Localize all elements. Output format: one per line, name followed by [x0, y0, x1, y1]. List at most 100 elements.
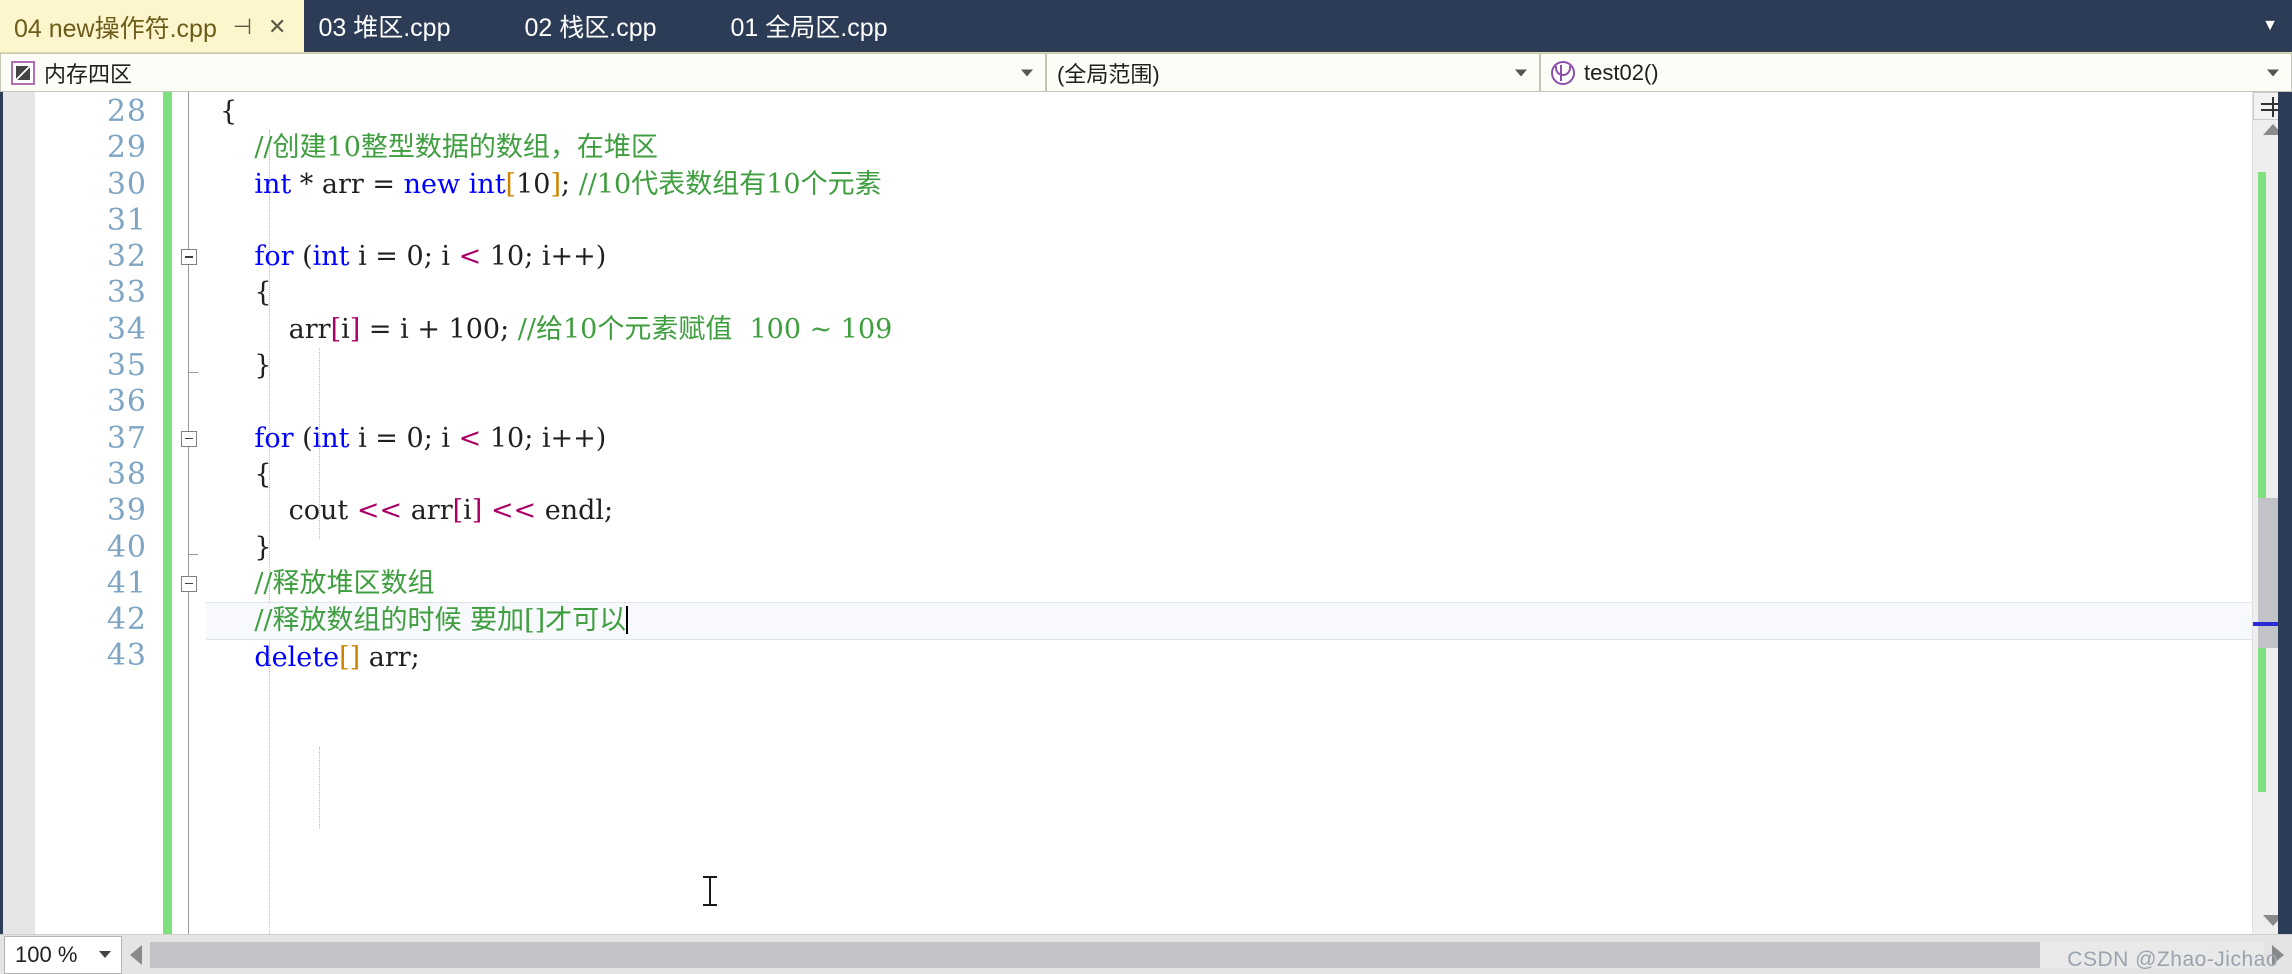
- code-token: i: [341, 313, 350, 345]
- line-number: 37: [106, 420, 147, 456]
- member-dropdown[interactable]: test02(): [1540, 53, 2292, 92]
- code-token: 0: [406, 422, 424, 454]
- pin-icon[interactable]: ⊣: [233, 16, 252, 38]
- code-token: [: [339, 642, 350, 674]
- line-number: 40: [106, 529, 147, 565]
- code-text-area[interactable]: { //创建10整型数据的数组，在堆区 int * arr = new int[…: [206, 92, 2252, 934]
- code-editor[interactable]: 28 29 30 31 32 33 34 35 36 37 38 39 40 41 42 43 { //创建1…: [0, 92, 2292, 934]
- code-line[interactable]: cout << arr[i] << endl;: [206, 493, 2252, 529]
- code-token: ]: [550, 168, 561, 200]
- line-number: 41: [106, 565, 147, 601]
- code-token: int: [312, 422, 350, 454]
- line-number: 30: [106, 166, 147, 202]
- code-token: ]: [349, 642, 361, 674]
- fold-region-end: [188, 553, 198, 555]
- code-token: i =: [349, 422, 407, 454]
- code-line[interactable]: [206, 203, 2252, 239]
- code-line[interactable]: }: [206, 530, 2252, 566]
- line-number: 32: [106, 239, 147, 275]
- code-token: int: [468, 168, 506, 200]
- code-token: {: [220, 277, 272, 309]
- tab-01-global[interactable]: 01 全局区.cpp: [717, 0, 906, 52]
- fold-collapse-icon[interactable]: [181, 575, 197, 592]
- close-icon[interactable]: ✕: [268, 16, 286, 38]
- code-token: 10: [489, 422, 525, 454]
- code-token: //释放堆区数组: [220, 567, 435, 599]
- code-folding-column[interactable]: [172, 92, 206, 934]
- chevron-down-icon[interactable]: [1515, 69, 1527, 76]
- code-token: //释放数组的时候 要加[]才可以: [220, 605, 627, 637]
- code-token: (: [293, 422, 313, 454]
- fold-collapse-icon[interactable]: [181, 430, 197, 447]
- horizontal-scroll-thumb[interactable]: [150, 941, 2040, 968]
- tab-label: 04 new操作符.cpp: [14, 15, 217, 43]
- chevron-down-icon[interactable]: [1021, 69, 1033, 76]
- navigation-bar: 内存四区 (全局范围) test02(): [0, 52, 2292, 92]
- line-number: 35: [106, 348, 147, 384]
- fold-collapse-icon[interactable]: [181, 249, 197, 266]
- code-token: arr;: [360, 642, 420, 674]
- code-line[interactable]: {: [206, 275, 2252, 311]
- change-marker: [2258, 172, 2266, 792]
- code-token: //创建10整型数据的数组，在堆区: [220, 132, 658, 164]
- method-icon: [1551, 60, 1575, 85]
- line-number: 29: [106, 130, 147, 166]
- scroll-left-icon[interactable]: [130, 944, 142, 965]
- code-token: [: [452, 495, 464, 527]
- chevron-down-icon[interactable]: [2267, 69, 2279, 76]
- chevron-down-icon[interactable]: ▼: [2262, 17, 2278, 35]
- indent-guide: [319, 747, 320, 829]
- horizontal-scroll-track[interactable]: [150, 941, 2264, 968]
- fold-region-end: [188, 372, 198, 374]
- code-line[interactable]: for (int i = 0; i < 10; i++): [206, 421, 2252, 457]
- code-token: for: [254, 241, 294, 273]
- selection-margin[interactable]: [3, 92, 35, 934]
- tab-04-new-operator[interactable]: 04 new操作符.cpp ⊣ ✕: [0, 0, 305, 52]
- text-caret: [626, 606, 629, 635]
- line-number: 39: [106, 493, 147, 529]
- scope-dropdown[interactable]: (全局范围): [1046, 53, 1540, 92]
- code-line[interactable]: int * arr = new int[10]; //10代表数组有10个元素: [206, 167, 2252, 203]
- code-line[interactable]: }: [206, 348, 2252, 384]
- visual-studio-window: 04 new操作符.cpp ⊣ ✕ 03 堆区.cpp 02 栈区.cpp 01…: [0, 0, 2292, 974]
- project-dropdown[interactable]: 内存四区: [0, 53, 1046, 92]
- code-token: //给10个元素赋值 100 ~ 109: [517, 313, 893, 345]
- code-token: 10: [516, 168, 551, 200]
- code-line[interactable]: delete[] arr;: [206, 640, 2252, 676]
- code-line[interactable]: for (int i = 0; i < 10; i++): [206, 239, 2252, 275]
- tab-02-stack[interactable]: 02 栈区.cpp: [511, 0, 675, 52]
- code-token: int: [312, 241, 350, 273]
- line-number: 42: [106, 602, 147, 638]
- code-token: = i +: [360, 313, 449, 345]
- chevron-down-icon[interactable]: [99, 951, 111, 958]
- code-token: 10: [489, 241, 525, 273]
- code-line-current[interactable]: //释放数组的时候 要加[]才可以: [206, 602, 2252, 641]
- code-token: (: [293, 241, 313, 273]
- code-line[interactable]: //释放堆区数组: [206, 566, 2252, 602]
- code-token: arr: [220, 313, 331, 345]
- scroll-right-icon[interactable]: [2272, 944, 2284, 965]
- zoom-level-dropdown[interactable]: 100 %: [4, 935, 122, 974]
- fold-guide-line: [188, 92, 189, 934]
- code-line[interactable]: [206, 384, 2252, 420]
- code-token: endl;: [536, 495, 614, 527]
- code-token: <: [458, 241, 482, 273]
- code-token: }: [220, 531, 272, 563]
- code-token: i: [463, 495, 472, 527]
- code-token: {: [220, 458, 272, 490]
- line-number: 31: [106, 202, 147, 238]
- window-frame-right: [2278, 92, 2292, 934]
- tab-label: 01 全局区.cpp: [730, 14, 888, 42]
- code-line[interactable]: arr[i] = i + 100; //给10个元素赋值 100 ~ 109: [206, 312, 2252, 348]
- change-tracking-bar: [163, 92, 172, 934]
- code-line[interactable]: //创建10整型数据的数组，在堆区: [206, 130, 2252, 166]
- code-token: for: [254, 422, 294, 454]
- code-token: [: [505, 168, 517, 200]
- member-dropdown-value: test02(): [1584, 59, 1659, 85]
- tab-03-heap[interactable]: 03 堆区.cpp: [304, 0, 468, 52]
- code-line[interactable]: {: [206, 457, 2252, 493]
- code-line[interactable]: {: [206, 94, 2252, 130]
